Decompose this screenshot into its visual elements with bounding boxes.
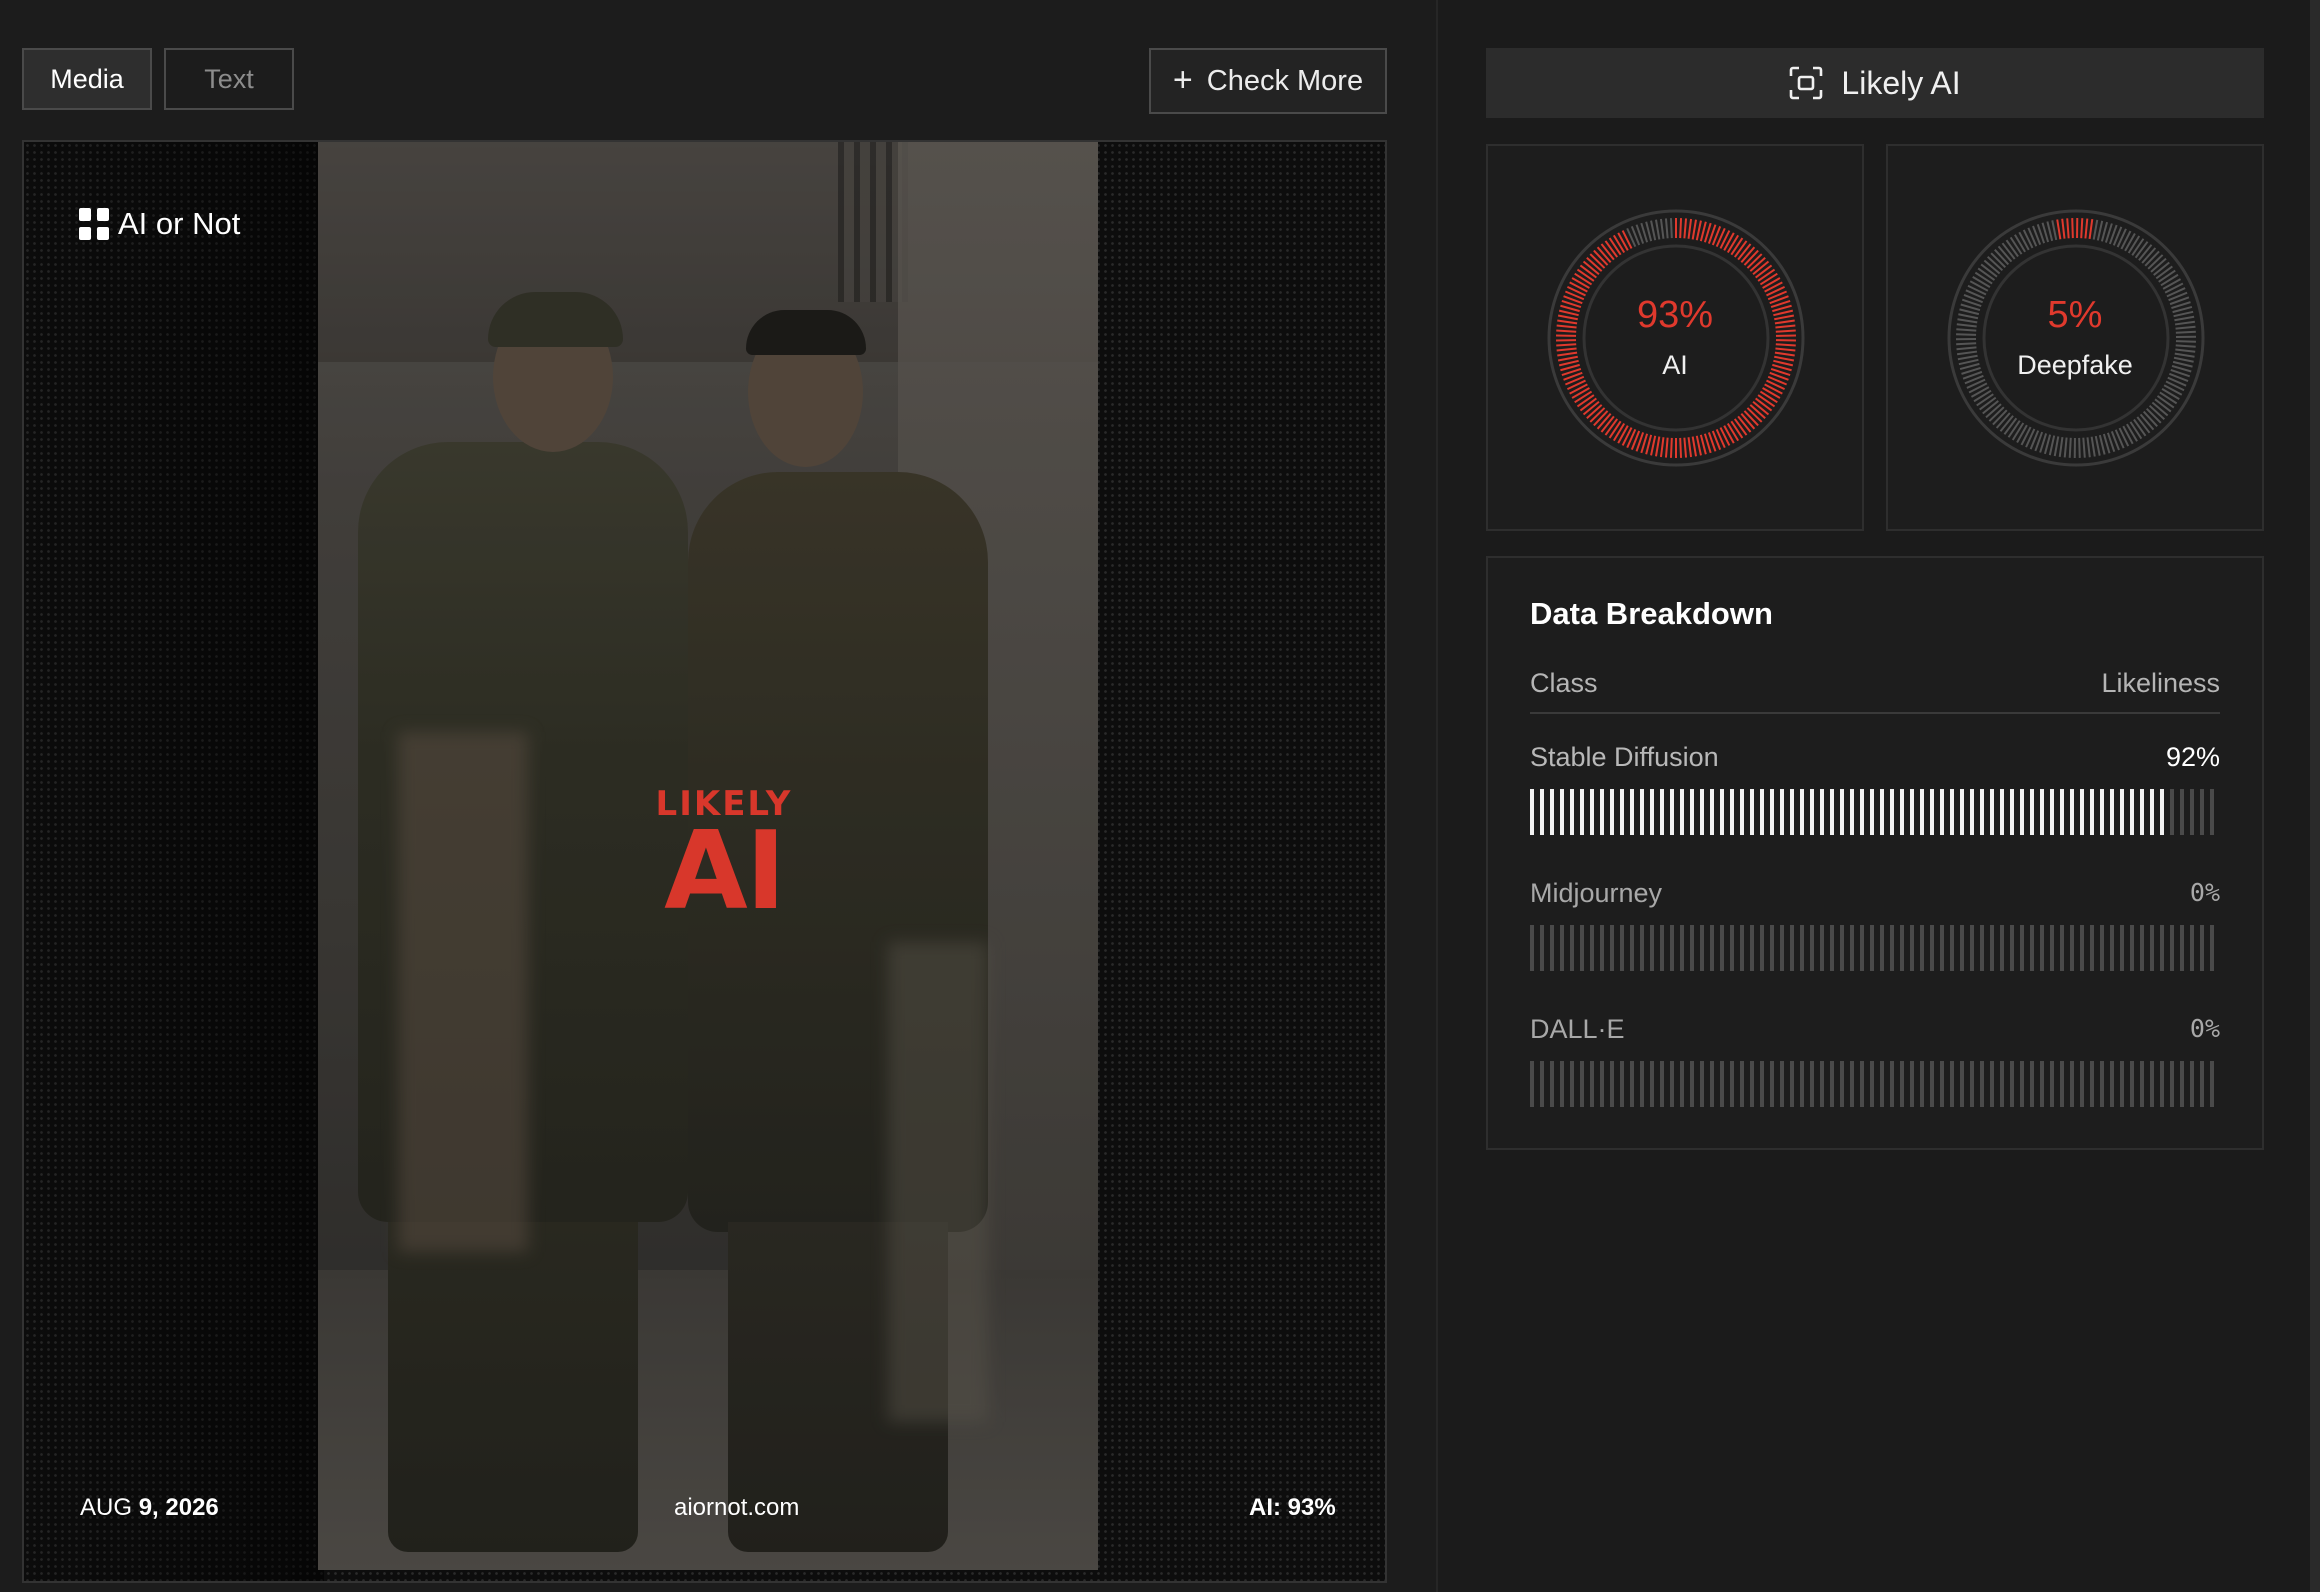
row-class-name: DALL·E — [1530, 1014, 1625, 1044]
column-likeliness: Likeliness — [2101, 668, 2220, 698]
deepfake-gauge — [1947, 209, 2205, 467]
footer-score: AI: 93% — [1249, 1494, 1336, 1521]
likeliness-bar — [1530, 925, 2220, 971]
footer-date-month: AUG — [80, 1494, 133, 1521]
breakdown-row-midjourney: Midjourney 0% — [1530, 878, 2220, 994]
tab-media[interactable]: Media — [22, 48, 152, 110]
scan-icon — [1790, 66, 1823, 100]
stamp-line-2: AI — [664, 809, 786, 934]
media-preview: AI or Not LIKELY AI AUG 9, 2026 aiornot.… — [22, 140, 1387, 1583]
likeliness-bar — [1530, 789, 2220, 835]
verdict-banner: Likely AI — [1486, 48, 2264, 118]
deepfake-gauge-label: Deepfake — [2017, 350, 2133, 380]
check-more-button[interactable]: + Check More — [1149, 48, 1387, 114]
breakdown-row-stable-diffusion: Stable Diffusion 92% — [1530, 742, 2220, 858]
ai-score-card: 93% AI — [1486, 144, 1864, 531]
plus-icon: + — [1172, 60, 1193, 99]
results-pane: Likely AI 93% AI 5% Deepfake Data Breakd… — [1438, 0, 2320, 1592]
breakdown-header: Class Likeliness — [1530, 668, 2220, 714]
footer-date-day-year: 9, 2026 — [138, 1494, 219, 1521]
row-likeliness-value: 0% — [2189, 1014, 2220, 1043]
gauge-ticks — [1556, 218, 1796, 458]
window-edge — [2310, 0, 2320, 1592]
gauge-ticks — [1955, 217, 2197, 459]
ai-gauge-label: AI — [1662, 350, 1688, 380]
likeliness-bar — [1530, 1061, 2220, 1107]
media-pane: Media Text + Check More AI or Not LIKELY… — [0, 0, 1436, 1592]
check-more-label: Check More — [1206, 64, 1364, 97]
tab-text[interactable]: Text — [164, 48, 294, 110]
row-likeliness-value: 0% — [2189, 878, 2220, 907]
background-silhouette — [24, 142, 324, 1581]
ai-gauge — [1547, 209, 1805, 467]
row-likeliness-value: 92% — [2165, 742, 2220, 772]
row-class-name: Midjourney — [1530, 878, 1663, 908]
gauge-inner-ring — [1582, 244, 1770, 432]
data-breakdown-card: Data Breakdown Class Likeliness Stable D… — [1486, 556, 2264, 1150]
brand-logo: AI or Not — [78, 206, 240, 242]
deepfake-gauge-value: 5% — [2047, 294, 2103, 336]
likeliness-bar-fill — [1530, 789, 2165, 835]
row-class-name: Stable Diffusion — [1530, 742, 1719, 772]
breakdown-title: Data Breakdown — [1530, 596, 1773, 631]
gauge-outer-ring — [1547, 209, 1805, 467]
ai-gauge-value: 93% — [1636, 294, 1714, 336]
breakdown-row-dalle: DALL·E 0% — [1530, 1014, 2220, 1130]
deepfake-score-card: 5% Deepfake — [1886, 144, 2264, 531]
gauge-outer-ring — [1947, 209, 2205, 467]
column-class: Class — [1530, 668, 1598, 698]
likely-ai-stamp: LIKELY AI — [614, 787, 834, 937]
footer-date: AUG 9, 2026 — [80, 1494, 219, 1522]
gauge-inner-ring — [1982, 244, 2170, 432]
aiornot-logo-icon — [79, 208, 109, 240]
brand-name: AI or Not — [118, 206, 241, 241]
footer-site: aiornot.com — [674, 1494, 800, 1521]
verdict-label: Likely AI — [1841, 64, 1961, 101]
